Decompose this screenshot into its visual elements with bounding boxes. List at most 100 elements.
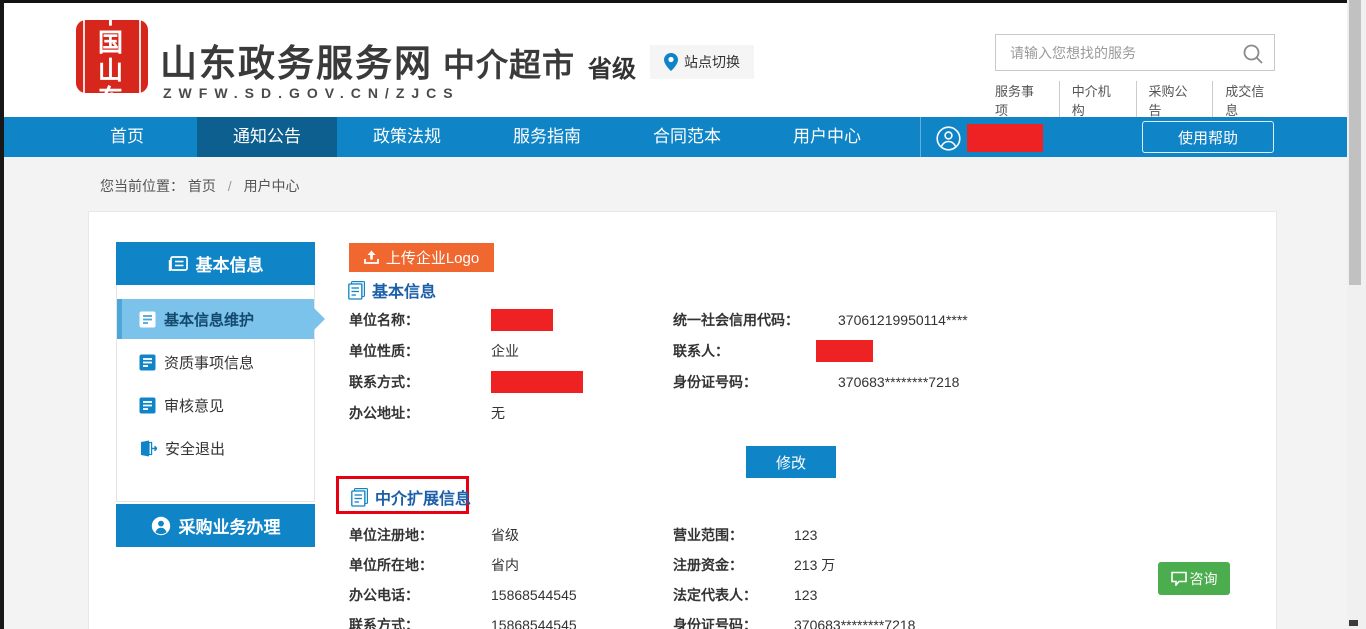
sidebar-item-basic-info-maintenance[interactable]: 基本信息维护 [117, 299, 314, 339]
field-value: 省级 [491, 525, 519, 545]
sidebar-item-label: 基本信息维护 [164, 309, 254, 330]
nav-divider [920, 117, 921, 157]
consult-button[interactable]: 咨询 [1158, 562, 1230, 595]
window-top-edge [0, 0, 1366, 3]
link-intermediary-agencies[interactable]: 中介机构 [1060, 81, 1137, 119]
section-document-icon [351, 488, 368, 507]
site-seal-logo: 中国山东 [76, 20, 148, 93]
field-value: 15868544545 [491, 587, 577, 603]
exit-door-icon [139, 440, 157, 457]
user-center-card: 基本信息 基本信息维护 [88, 211, 1277, 629]
basic-info-right-column: 统一社会信用代码： 37061219950114**** 联系人： 身份证号码：… [673, 304, 968, 397]
redacted-contact-person [816, 340, 873, 362]
field-office-phone: 办公电话： 15868544545 [349, 580, 577, 610]
extended-info-right-column: 营业范围： 123 注册资金： 213 万 法定代表人： 123 身份证号码： … [673, 520, 915, 629]
breadcrumb-current: 用户中心 [244, 178, 300, 194]
field-label: 联系方式： [349, 372, 491, 392]
nav-item-user-center[interactable]: 用户中心 [757, 117, 897, 157]
main-navbar: 首页 通知公告 政策法规 服务指南 合同范本 用户中心 使用帮助 [0, 117, 1366, 157]
field-value: 省内 [491, 555, 519, 575]
field-id-number: 身份证号码： 370683********7218 [673, 366, 968, 397]
redacted-username [967, 124, 1043, 152]
redacted-unit-name [491, 309, 553, 331]
id-card-icon [168, 255, 188, 273]
site-level-label: 省级 [588, 49, 636, 84]
field-credit-code: 统一社会信用代码： 37061219950114**** [673, 304, 968, 335]
sidebar-item-logout[interactable]: 安全退出 [117, 428, 314, 468]
field-unit-type: 单位性质： 企业 [349, 335, 583, 366]
field-label: 营业范围： [673, 525, 794, 545]
sidebar-item-qualification-info[interactable]: 资质事项信息 [117, 342, 314, 382]
field-label: 单位名称： [349, 310, 491, 330]
upload-logo-button[interactable]: 上传企业Logo [349, 243, 494, 272]
document-icon [139, 397, 156, 414]
sidebar-header-purchase-label: 采购业务办理 [179, 513, 281, 538]
field-value: 37061219950114**** [838, 312, 968, 328]
field-value: 370683********7218 [838, 374, 959, 390]
nav-item-notices[interactable]: 通知公告 [197, 117, 337, 157]
person-icon [151, 516, 171, 536]
field-contact-method: 联系方式： [349, 366, 583, 397]
field-value: 15868544545 [491, 617, 577, 629]
site-subtitle: 中介超市 [443, 47, 575, 83]
seal-text: 中国山东 [83, 0, 141, 116]
sidebar-header-basic-info-label: 基本信息 [196, 251, 264, 276]
field-value: 123 [794, 527, 817, 543]
extended-info-left-column: 单位注册地： 省级 单位所在地： 省内 办公电话： 15868544545 联系… [349, 520, 577, 629]
link-deal-info[interactable]: 成交信息 [1213, 81, 1277, 119]
sidebar-item-label: 审核意见 [164, 395, 224, 416]
field-registered-capital: 注册资金： 213 万 [673, 550, 915, 580]
link-purchase-announcements[interactable]: 采购公告 [1137, 81, 1214, 119]
window-corner-fragment [1349, 620, 1358, 626]
field-value: 无 [491, 403, 505, 423]
nav-item-contract-templates[interactable]: 合同范本 [617, 117, 757, 157]
search-icon[interactable] [1242, 42, 1266, 66]
field-label: 联系方式： [349, 615, 491, 629]
sidebar-header-basic-info[interactable]: 基本信息 [116, 242, 315, 285]
scrollbar-thumb[interactable] [1349, 0, 1361, 285]
breadcrumb-prefix: 您当前位置： [100, 178, 184, 194]
field-office-address: 办公地址： 无 [349, 397, 583, 428]
extended-info-section-title: 中介扩展信息 [351, 485, 471, 509]
field-label: 身份证号码： [673, 372, 838, 392]
field-label: 办公地址： [349, 403, 491, 423]
field-unit-location: 单位所在地： 省内 [349, 550, 577, 580]
site-switch-button[interactable]: 站点切换 [650, 45, 754, 79]
upload-logo-label: 上传企业Logo [386, 247, 479, 268]
site-switch-label: 站点切换 [684, 52, 740, 72]
site-url-text: ZWFW.SD.GOV.CN/ZJCS [163, 85, 460, 101]
site-title: 山东政务服务网 [160, 43, 433, 84]
help-button[interactable]: 使用帮助 [1142, 121, 1274, 153]
section-document-icon [348, 281, 365, 300]
upload-icon [364, 250, 379, 265]
nav-item-home[interactable]: 首页 [57, 117, 197, 157]
nav-item-policies[interactable]: 政策法规 [337, 117, 477, 157]
field-label: 单位性质： [349, 341, 491, 361]
nav-user-account[interactable] [936, 125, 1046, 151]
consult-label: 咨询 [1190, 569, 1218, 589]
sidebar-menu: 基本信息维护 资质事项信息 [116, 285, 315, 502]
breadcrumb-home-link[interactable]: 首页 [188, 178, 216, 194]
search-input[interactable] [996, 35, 1236, 70]
field-value: 370683********7218 [794, 617, 915, 629]
field-label: 统一社会信用代码： [673, 310, 838, 330]
field-legal-representative: 法定代表人： 123 [673, 580, 915, 610]
modify-button[interactable]: 修改 [746, 446, 836, 478]
breadcrumb: 您当前位置： 首页 / 用户中心 [100, 176, 300, 196]
field-label: 联系人： [673, 341, 838, 361]
location-pin-icon [664, 53, 678, 71]
link-service-items[interactable]: 服务事项 [995, 81, 1060, 119]
sidebar-header-purchase-business[interactable]: 采购业务办理 [116, 504, 315, 547]
document-icon [139, 311, 156, 328]
field-label: 单位所在地： [349, 555, 491, 575]
chat-bubble-icon [1171, 571, 1187, 586]
nav-item-service-guide[interactable]: 服务指南 [477, 117, 617, 157]
field-unit-registration-place: 单位注册地： 省级 [349, 520, 577, 550]
basic-info-section-title: 基本信息 [348, 278, 436, 302]
vertical-scrollbar [1347, 0, 1366, 629]
field-contact-method-ext: 联系方式： 15868544545 [349, 610, 577, 629]
sidebar-item-review-opinions[interactable]: 审核意见 [117, 385, 314, 425]
breadcrumb-separator: / [228, 178, 232, 194]
site-title-line: 山东政务服务网中介超市 [160, 33, 575, 87]
extended-info-title-label: 中介扩展信息 [375, 485, 471, 509]
